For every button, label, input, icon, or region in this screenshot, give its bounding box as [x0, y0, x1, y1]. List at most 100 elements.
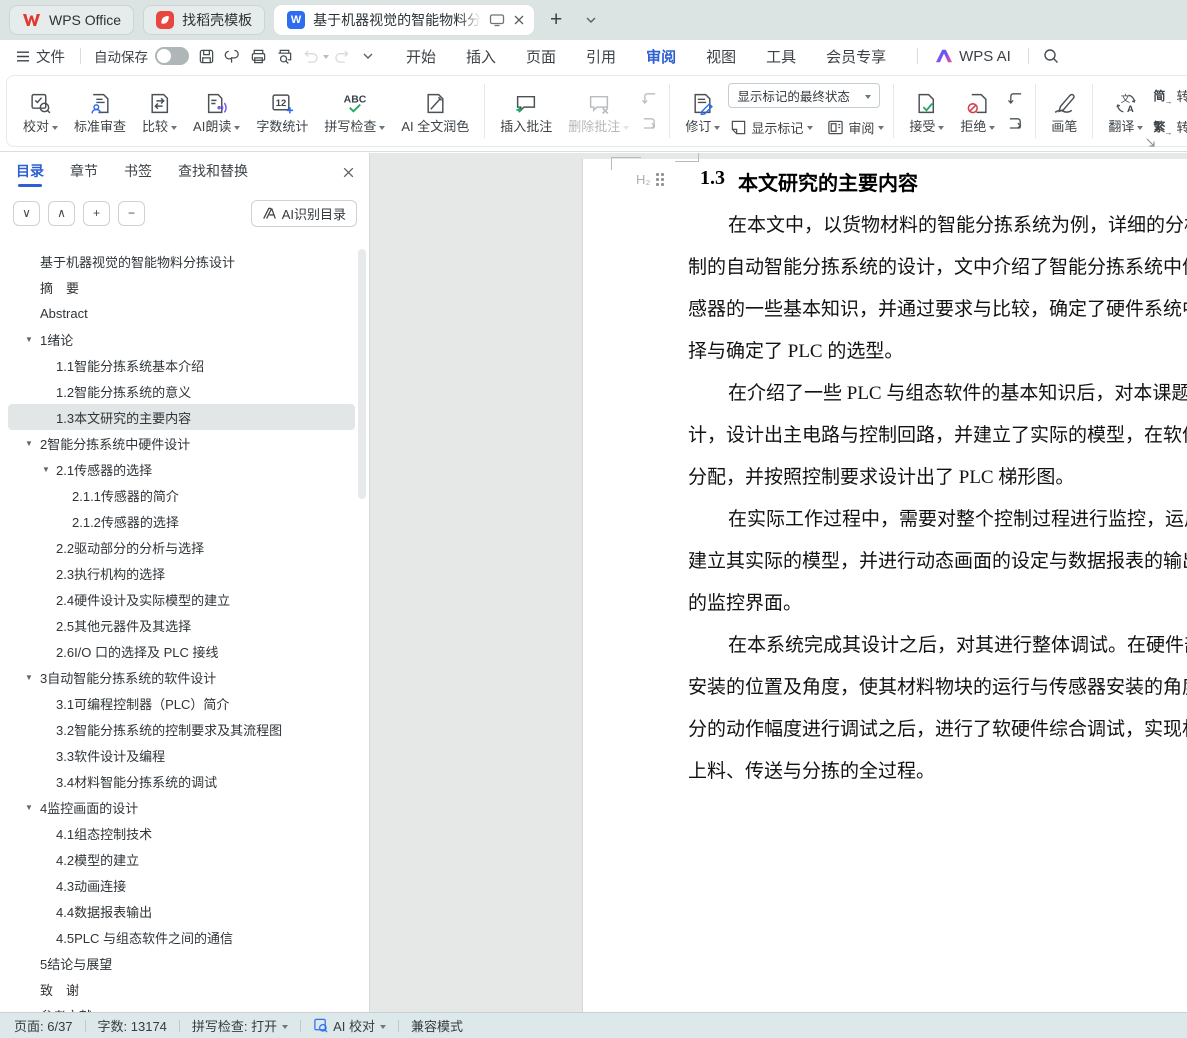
ai-polish-button[interactable]: AI 全文润色 — [393, 79, 477, 143]
translate-button[interactable]: 文A 翻译 — [1100, 79, 1151, 143]
toc-item[interactable]: ▼2.1传感器的选择 — [8, 456, 355, 482]
compare-button[interactable]: 比较 — [134, 79, 185, 143]
toc-item[interactable]: 参考文献 — [8, 1002, 355, 1012]
spell-check-status[interactable]: 拼写检查: 打开 — [192, 1016, 288, 1035]
menu-tab-3[interactable]: 引用 — [571, 41, 631, 72]
simplified-to-traditional-button[interactable]: 简→ 转繁 — [1151, 84, 1187, 108]
toc-item[interactable]: 4.2模型的建立 — [8, 846, 355, 872]
collapse-caret-icon[interactable]: ▼ — [25, 803, 33, 812]
toc-item[interactable]: 4.5PLC 与组态软件之间的通信 — [8, 924, 355, 950]
standard-review-button[interactable]: 标准审查 — [66, 79, 134, 143]
ai-proofread-status[interactable]: AI 校对 — [313, 1016, 386, 1035]
ai-recognize-toc-button[interactable]: AI识别目录 — [251, 200, 357, 227]
word-count-indicator[interactable]: 字数: 13174 — [98, 1016, 167, 1035]
toc-item[interactable]: 2.4硬件设计及实际模型的建立 — [8, 586, 355, 612]
compatibility-mode-badge[interactable]: 兼容模式 — [411, 1016, 463, 1035]
toc-item[interactable]: 2.3执行机构的选择 — [8, 560, 355, 586]
collapse-caret-icon[interactable]: ▼ — [42, 465, 50, 474]
accept-change-button[interactable]: 接受 — [901, 79, 952, 143]
previous-comment-icon[interactable] — [641, 91, 658, 106]
doc-body[interactable]: 在本文中，以货物材料的智能分拣系统为例，详细的分析了在基于制的自动智能分拣系统的… — [688, 205, 1187, 793]
tab-wps-home[interactable]: WPS Office — [9, 5, 134, 35]
word-count-button[interactable]: 12 字数统计 — [248, 79, 316, 143]
toc-item[interactable]: 4.1组态控制技术 — [8, 820, 355, 846]
collapse-caret-icon[interactable]: ▼ — [25, 673, 33, 682]
drag-handle-icon[interactable] — [656, 173, 664, 186]
toc-item[interactable]: ▼2智能分拣系统中硬件设计 — [8, 430, 355, 456]
close-tab-icon[interactable] — [513, 14, 525, 26]
proofread-button[interactable]: 校对 — [15, 79, 66, 143]
toc-item[interactable]: 致 谢 — [8, 976, 355, 1002]
toc-item[interactable]: 3.3软件设计及编程 — [8, 742, 355, 768]
sidebar-tab-bookmarks[interactable]: 书签 — [124, 161, 152, 187]
redo-button[interactable] — [329, 44, 355, 68]
sidebar-tab-find-replace[interactable]: 查找和替换 — [178, 161, 248, 187]
tab-list-chevron-icon[interactable] — [578, 7, 604, 33]
toc-item[interactable]: 2.1.2传感器的选择 — [8, 508, 355, 534]
toc-item[interactable]: ▼1绪论 — [8, 326, 355, 352]
menu-tab-5[interactable]: 视图 — [691, 41, 751, 72]
toc-item[interactable]: 3.4材料智能分拣系统的调试 — [8, 768, 355, 794]
toc-item[interactable]: 2.5其他元器件及其选择 — [8, 612, 355, 638]
toc-item[interactable]: 3.1可编程控制器（PLC）简介 — [8, 690, 355, 716]
toc-item[interactable]: ▼3自动智能分拣系统的软件设计 — [8, 664, 355, 690]
spell-check-button[interactable]: ABC 拼写检查 — [316, 79, 393, 143]
toc-collapse-button[interactable]: − — [118, 201, 145, 226]
search-icon[interactable] — [1038, 44, 1064, 68]
menu-tab-0[interactable]: 开始 — [391, 41, 451, 72]
ink-brush-button[interactable]: 画笔 — [1043, 79, 1085, 143]
document-page[interactable]: H₂ 1.3 本文研究的主要内容 在本文中，以货物材料的智能分拣系统为例，详细的… — [583, 159, 1187, 1012]
toc-item[interactable]: Abstract — [8, 300, 355, 326]
page-indicator[interactable]: 页面: 6/37 — [14, 1016, 73, 1035]
tab-docer-templates[interactable]: 找稻壳模板 — [143, 5, 265, 35]
toc-item[interactable]: 基于机器视觉的智能物料分拣设计 — [8, 248, 355, 274]
toc-item[interactable]: 2.6I/O 口的选择及 PLC 接线 — [8, 638, 355, 664]
previous-change-icon[interactable] — [1007, 91, 1024, 106]
menu-tab-2[interactable]: 页面 — [511, 41, 571, 72]
new-tab-button[interactable]: + — [543, 7, 569, 33]
show-markup-button[interactable]: 显示标记 — [728, 115, 815, 139]
heading-level-gutter[interactable]: H₂ — [636, 172, 664, 187]
toc-item[interactable]: 4.4数据报表输出 — [8, 898, 355, 924]
ai-read-aloud-button[interactable]: AI朗读 — [185, 79, 248, 143]
toc-expand-button[interactable]: + — [83, 201, 110, 226]
export-pdf-button[interactable] — [219, 44, 245, 68]
collapse-caret-icon[interactable]: ▼ — [25, 335, 33, 344]
ribbon-expand-icon[interactable] — [1146, 138, 1155, 147]
toc-item[interactable]: 1.2智能分拣系统的意义 — [8, 378, 355, 404]
toc-next-heading-button[interactable]: ∨ — [13, 201, 40, 226]
menu-tab-1[interactable]: 插入 — [451, 41, 511, 72]
markup-state-select[interactable]: 显示标记的最终状态 — [728, 83, 880, 108]
save-button[interactable] — [193, 44, 219, 68]
toc-item[interactable]: 1.3本文研究的主要内容 — [8, 404, 355, 430]
insert-comment-button[interactable]: 插入批注 — [492, 79, 560, 143]
toc-item[interactable]: 2.1.1传感器的简介 — [8, 482, 355, 508]
toc-item[interactable]: 摘 要 — [8, 274, 355, 300]
toc-item[interactable]: 3.2智能分拣系统的控制要求及其流程图 — [8, 716, 355, 742]
sidebar-tab-chapters[interactable]: 章节 — [70, 161, 98, 187]
next-change-icon[interactable] — [1007, 116, 1024, 131]
toc-item[interactable]: 1.1智能分拣系统基本介绍 — [8, 352, 355, 378]
track-changes-button[interactable]: 修订 — [677, 79, 728, 143]
sidebar-tab-contents[interactable]: 目录 — [16, 161, 44, 187]
section-heading[interactable]: 1.3 本文研究的主要内容 — [700, 167, 918, 196]
toc-item[interactable]: ▼4监控画面的设计 — [8, 794, 355, 820]
print-button[interactable] — [245, 44, 271, 68]
autosave-toggle[interactable] — [155, 47, 189, 65]
toc-item[interactable]: 2.2驱动部分的分析与选择 — [8, 534, 355, 560]
tab-document[interactable]: W 基于机器视觉的智能物料分拣 — [274, 5, 534, 35]
sidebar-scrollbar[interactable] — [358, 249, 366, 499]
review-pane-button[interactable]: 审阅 — [825, 115, 886, 139]
reject-change-button[interactable]: 拒绝 — [952, 79, 1003, 143]
wps-ai-button[interactable]: WPS AI — [927, 48, 1019, 65]
toc-previous-heading-button[interactable]: ∧ — [48, 201, 75, 226]
menu-tab-6[interactable]: 工具 — [751, 41, 811, 72]
close-sidebar-icon[interactable] — [342, 166, 355, 183]
undo-button[interactable] — [297, 44, 323, 68]
next-comment-icon[interactable] — [641, 116, 658, 131]
file-menu-button[interactable]: 文件 — [10, 46, 71, 67]
toc-item[interactable]: 5结论与展望 — [8, 950, 355, 976]
traditional-to-simplified-button[interactable]: 繁→ 转简 — [1151, 115, 1187, 139]
menu-tab-4[interactable]: 审阅 — [631, 41, 691, 72]
screen-share-icon[interactable] — [489, 13, 505, 27]
